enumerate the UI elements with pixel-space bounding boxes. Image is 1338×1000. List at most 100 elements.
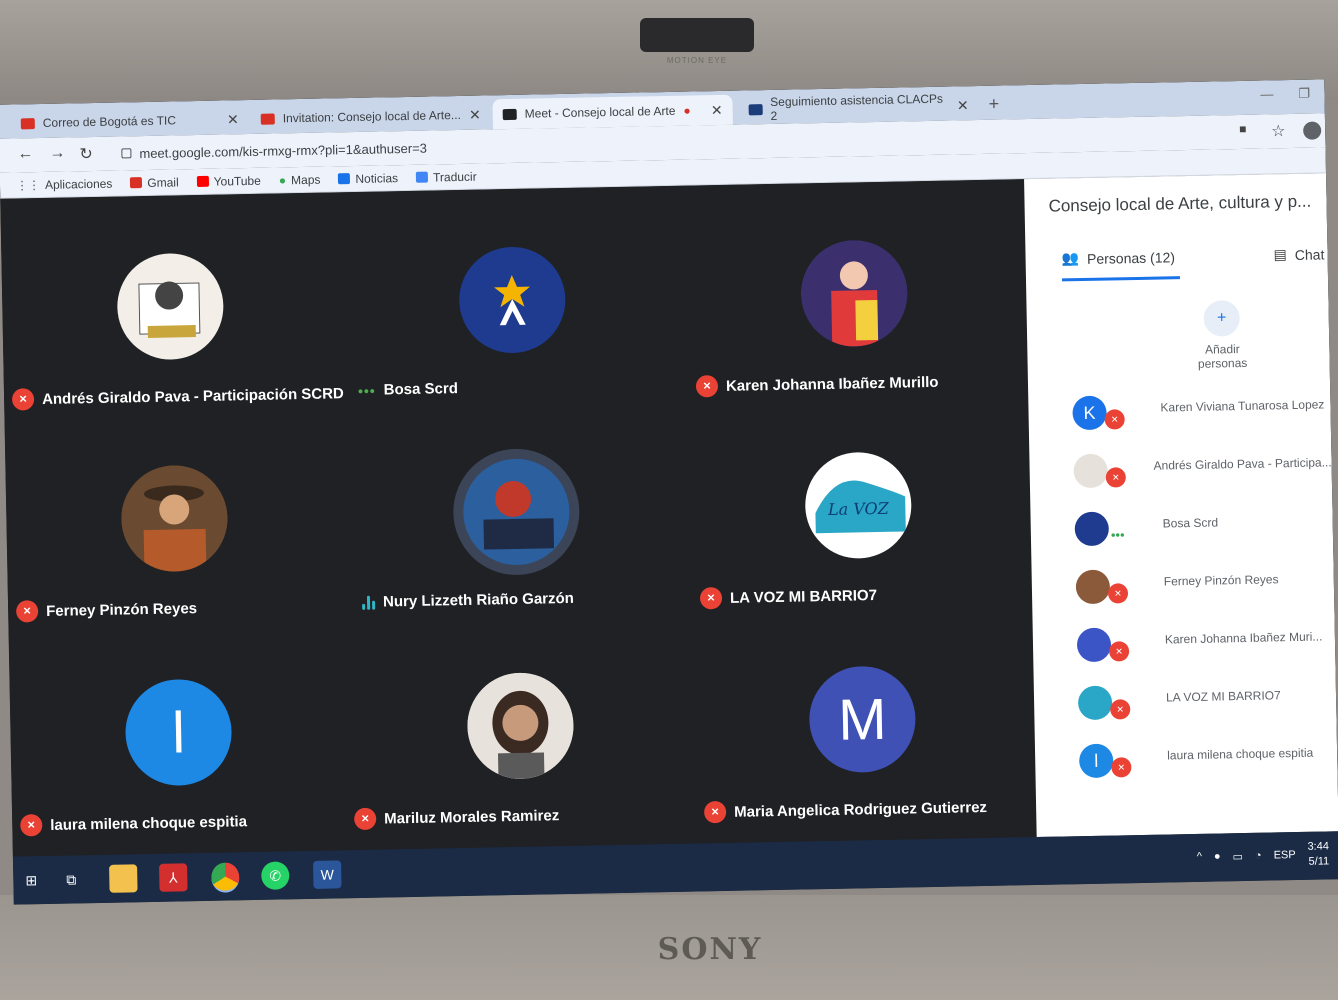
language-indicator[interactable]: ESP — [1274, 849, 1296, 861]
minimize-icon[interactable]: — — [1260, 86, 1273, 101]
tab-gmail[interactable]: Correo de Bogotá es TIC ✕ — [11, 104, 250, 139]
close-icon[interactable]: ✕ — [711, 101, 723, 118]
participant-name: ✕ Ferney Pinzón Reyes — [15, 597, 198, 623]
avatar: K — [1072, 395, 1107, 431]
news-icon — [338, 173, 351, 185]
reload-icon[interactable]: ↻ — [79, 144, 93, 164]
brand-logo: SONY — [657, 932, 763, 967]
more-dots-icon: ••• — [357, 382, 376, 399]
avatar-image — [494, 274, 531, 326]
avatar-image — [138, 281, 201, 338]
list-item[interactable]: ✕ Andrés Giraldo Pava - Participa... — [1065, 441, 1332, 504]
mic-off-icon: ✕ — [20, 814, 43, 837]
bookmark-translate[interactable]: Traducir — [415, 169, 477, 184]
gmail-icon — [260, 113, 275, 125]
mic-off-icon: ✕ — [354, 807, 377, 831]
webcam — [640, 18, 754, 52]
wifi-icon[interactable]: ◔ — [1255, 850, 1262, 862]
bookmark-news[interactable]: Noticias — [338, 171, 398, 186]
participant-tile[interactable]: ✕ Ferney Pinzón Reyes — [4, 404, 348, 625]
add-people-button[interactable]: + Añadir personas — [1186, 300, 1257, 371]
profile-avatar[interactable] — [1303, 121, 1322, 140]
microphone-icon[interactable]: ● — [1214, 850, 1221, 862]
mic-off-icon: ✕ — [1107, 583, 1129, 604]
camera-label: MOTION EYE — [666, 56, 728, 65]
people-panel: Consejo local de Arte, cultura y p... 👥 P… — [1024, 173, 1338, 838]
participant-name: ✕ laura milena choque espitia — [20, 810, 247, 837]
word-icon[interactable]: W — [313, 860, 342, 889]
name-label: Maria Angelica Rodriguez Gutierrez — [733, 798, 988, 821]
list-item[interactable]: l ✕ laura milena choque espitia — [1071, 731, 1338, 794]
task-view-icon[interactable]: ⧉ — [57, 865, 86, 894]
system-tray: ^ ● ▭ ◔ ESP 3:44 5/11 — [1196, 839, 1330, 872]
participant-tile[interactable]: ✕ Andrés Giraldo Pava - Participación SCR… — [0, 192, 344, 413]
avatar-image — [462, 457, 571, 566]
new-tab-icon[interactable]: + — [988, 94, 999, 115]
url-text: meet.google.com/kis-rmxg-rmx?pli=1&authu… — [139, 140, 428, 161]
tab-sheet[interactable]: Seguimiento asistencia CLACPs 2 ✕ — [738, 90, 979, 125]
whatsapp-icon[interactable]: ✆ — [261, 861, 290, 890]
chevron-up-icon[interactable]: ^ — [1197, 851, 1202, 863]
avatar: l — [124, 678, 233, 787]
bookmark-apps[interactable]: ⋮⋮ Aplicaciones — [16, 176, 113, 192]
tab-chat[interactable]: ▤ Chat — [1273, 245, 1324, 263]
avatar — [1073, 453, 1108, 489]
mic-off-icon: ✕ — [11, 388, 35, 411]
person-name: laura milena choque espitia — [1167, 745, 1314, 763]
tab-label: Meet - Consejo local de Arte — [524, 103, 676, 121]
windows-start-icon[interactable]: ⊞ — [17, 866, 46, 895]
tab-people[interactable]: 👥 Personas (12) — [1061, 248, 1175, 267]
avatar-image — [800, 239, 909, 348]
name-label: Mariluz Morales Ramirez — [384, 806, 560, 828]
mic-off-icon: ✕ — [15, 600, 39, 623]
bookmark-gmail[interactable]: Gmail — [130, 175, 179, 190]
bookmark-maps[interactable]: ● Maps — [279, 172, 321, 187]
file-explorer-icon[interactable] — [109, 864, 138, 893]
add-person-icon: + — [1203, 300, 1241, 337]
participant-tile[interactable]: M ✕ Maria Angelica Rodriguez Gutierrez — [692, 605, 1036, 826]
close-icon[interactable]: ✕ — [469, 106, 481, 123]
participant-name: Nury Lizzeth Riaño Garzón — [362, 590, 574, 611]
bookmark-label: Maps — [290, 172, 321, 187]
avatar — [462, 457, 571, 566]
tab-label: Personas (12) — [1086, 248, 1176, 267]
list-item[interactable]: ✕ LA VOZ MI BARRIO7 — [1070, 673, 1337, 736]
avatar — [458, 245, 567, 354]
participant-tile[interactable]: ••• Bosa Scrd — [342, 186, 686, 407]
participant-tile[interactable]: Nury Lizzeth Riaño Garzón — [346, 398, 690, 619]
bookmark-youtube[interactable]: YouTube — [196, 173, 261, 188]
tab-invitation[interactable]: Invitation: Consejo local de Arte... ✕ — [250, 99, 491, 134]
acrobat-icon[interactable]: ⅄ — [159, 863, 188, 892]
name-label: Karen Johanna Ibañez Murillo — [725, 373, 939, 395]
maximize-icon[interactable]: ❐ — [1298, 86, 1310, 102]
list-item[interactable]: ✕ Ferney Pinzón Reyes — [1067, 557, 1334, 620]
close-icon[interactable]: ✕ — [957, 97, 969, 114]
name-label: LA VOZ MI BARRIO7 — [729, 586, 878, 607]
name-label: Ferney Pinzón Reyes — [46, 599, 198, 620]
clock[interactable]: 3:44 5/11 — [1307, 839, 1329, 869]
participant-tile[interactable]: l ✕ laura milena choque espitia — [8, 618, 352, 839]
battery-icon[interactable]: ▭ — [1232, 850, 1243, 863]
participant-tile[interactable]: ✕ Karen Johanna Ibañez Murillo — [684, 179, 1028, 400]
participant-tile[interactable]: ✕ Mariluz Morales Ramirez — [350, 612, 694, 833]
list-item[interactable]: ✕ Karen Johanna Ibañez Muri... — [1069, 615, 1336, 678]
date-label: 5/11 — [1308, 855, 1330, 868]
mic-off-icon: ✕ — [1111, 757, 1132, 778]
camera-permission-icon[interactable]: ■ — [1239, 122, 1247, 136]
name-label: Nury Lizzeth Riaño Garzón — [382, 589, 575, 611]
mic-off-icon: ✕ — [695, 375, 719, 398]
star-icon[interactable]: ☆ — [1271, 121, 1286, 141]
avatar — [800, 239, 909, 348]
list-item[interactable]: K ✕ Karen Viviana Tunarosa Lopez — [1064, 383, 1331, 446]
chrome-icon[interactable] — [211, 862, 240, 893]
list-item[interactable]: ••• Bosa Scrd — [1066, 499, 1333, 562]
forward-icon[interactable]: → — [49, 145, 65, 163]
avatar-letter: l — [171, 699, 186, 766]
chat-icon: ▤ — [1273, 246, 1287, 263]
participant-tile[interactable]: La VOZ ✕ LA VOZ MI BARRIO7 — [688, 391, 1032, 612]
tab-meet[interactable]: Meet - Consejo local de Arte ● ✕ — [492, 94, 733, 130]
mic-off-icon: ✕ — [1104, 409, 1125, 430]
avatar-image — [466, 671, 575, 780]
close-icon[interactable]: ✕ — [227, 111, 239, 128]
back-icon[interactable]: ← — [17, 145, 33, 163]
